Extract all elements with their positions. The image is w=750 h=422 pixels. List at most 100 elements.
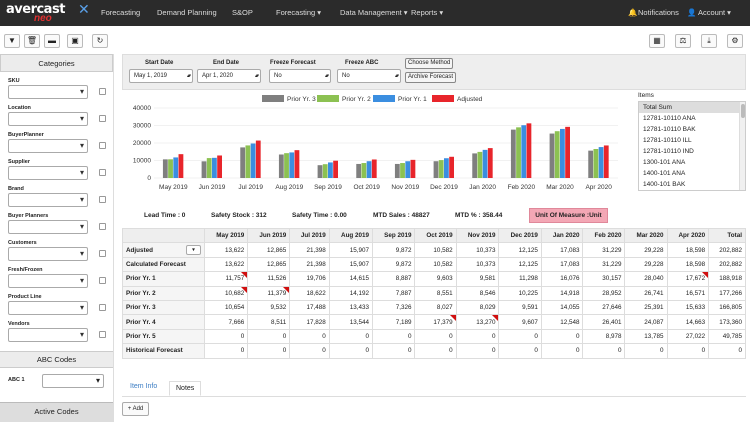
table-cell[interactable]: 9,872 bbox=[372, 242, 416, 258]
table-cell[interactable]: 18,598 bbox=[666, 242, 710, 258]
category-select[interactable] bbox=[8, 139, 88, 153]
tab-item-info[interactable]: Item Info bbox=[130, 383, 157, 390]
nav-sop[interactable]: S&OP bbox=[232, 8, 253, 17]
table-cell: 10,225 bbox=[498, 285, 542, 301]
table-cell[interactable]: 12,865 bbox=[247, 242, 291, 258]
freeze-forecast-select[interactable]: No bbox=[269, 69, 331, 83]
row-type-select[interactable]: ▾ bbox=[186, 245, 201, 256]
nav-reports[interactable]: Reports ▾ bbox=[411, 8, 443, 17]
nav-forecasting[interactable]: Forecasting bbox=[101, 8, 140, 17]
archive-forecast-button[interactable]: Archive Forecast bbox=[405, 72, 457, 83]
table-cell: 7,326 bbox=[372, 299, 416, 316]
category-select[interactable] bbox=[8, 193, 88, 207]
table-cell[interactable]: 202,882 bbox=[708, 242, 746, 258]
category-select[interactable] bbox=[8, 112, 88, 126]
brand-logo[interactable]: avercast neo ✕ bbox=[6, 1, 96, 25]
category-checkbox[interactable] bbox=[99, 223, 106, 230]
bell-icon[interactable]: 🔔 bbox=[628, 8, 637, 17]
category-checkbox[interactable] bbox=[99, 142, 106, 149]
unit-of-measure-badge[interactable]: Unit Of Measure :Unit bbox=[529, 208, 608, 223]
category-checkbox[interactable] bbox=[99, 196, 106, 203]
table-cell: 26,401 bbox=[582, 314, 626, 330]
notifications-link[interactable]: Notifications bbox=[638, 8, 679, 17]
save-icon[interactable]: ▣ bbox=[67, 34, 83, 48]
column-header: Mar 2020 bbox=[624, 227, 668, 244]
item-option[interactable]: 12781-10110 ILL bbox=[639, 135, 745, 146]
bar bbox=[356, 163, 362, 178]
nav-demand-planning[interactable]: Demand Planning bbox=[157, 8, 217, 17]
category-select[interactable] bbox=[8, 247, 88, 261]
bar bbox=[516, 127, 521, 178]
item-option[interactable]: 12781-10110 ANA bbox=[639, 113, 745, 124]
item-option[interactable]: 12781-10110 BAK bbox=[639, 124, 745, 135]
category-select[interactable] bbox=[8, 220, 88, 234]
abc-codes-heading: ABC Codes bbox=[0, 351, 113, 368]
table-cell[interactable]: 12,125 bbox=[498, 242, 542, 258]
table-cell[interactable]: 10,373 bbox=[455, 242, 500, 258]
category-select[interactable] bbox=[8, 301, 88, 315]
gear-icon[interactable]: ⚙ bbox=[727, 34, 743, 48]
category-checkbox[interactable] bbox=[99, 304, 106, 311]
calculator-icon[interactable]: ▦ bbox=[649, 34, 665, 48]
item-option[interactable]: 1300-101 ANA bbox=[639, 157, 745, 168]
start-date-select[interactable]: May 1, 2019 bbox=[129, 69, 193, 83]
table-cell[interactable]: 21,398 bbox=[289, 242, 330, 258]
nav-data-management[interactable]: Data Management ▾ bbox=[340, 8, 408, 17]
items-list[interactable]: Total Sum 12781-10110 ANA 12781-10110 BAK 1… bbox=[638, 101, 746, 191]
category-checkbox[interactable] bbox=[99, 88, 106, 95]
table-cell: 0 bbox=[455, 328, 500, 345]
item-option[interactable]: 12781-10110 IND bbox=[639, 146, 745, 157]
category-checkbox[interactable] bbox=[99, 250, 106, 257]
category-select[interactable] bbox=[8, 274, 88, 288]
category-select[interactable] bbox=[8, 166, 88, 180]
add-note-button[interactable]: + Add bbox=[122, 402, 149, 416]
category-location: Location bbox=[0, 103, 113, 130]
column-header: Nov 2019 bbox=[455, 227, 500, 244]
table-cell: 0 bbox=[624, 343, 668, 359]
category-checkbox[interactable] bbox=[99, 169, 106, 176]
bar bbox=[549, 133, 555, 178]
category-select[interactable] bbox=[8, 85, 88, 99]
category-fresh-frozen: Fresh/Frozen bbox=[0, 265, 113, 292]
table-cell[interactable]: 31,229 bbox=[582, 242, 626, 258]
item-option[interactable]: 1400-101 ANA bbox=[639, 168, 745, 179]
row-label-text: Prior Yr. 4 bbox=[126, 318, 156, 326]
end-date-select[interactable]: Apr 1, 2020 bbox=[197, 69, 261, 83]
bar bbox=[565, 126, 570, 178]
trash-icon[interactable]: 🗑 bbox=[24, 34, 40, 48]
category-checkbox[interactable] bbox=[99, 115, 106, 122]
choose-method-button[interactable]: Choose Method bbox=[405, 58, 454, 69]
item-option[interactable]: Total Sum bbox=[639, 102, 745, 113]
table-cell: 0 bbox=[328, 328, 374, 345]
table-cell: 10,373 bbox=[455, 256, 500, 273]
freeze-abc-select[interactable]: No bbox=[337, 69, 401, 83]
folder-icon[interactable]: ▬ bbox=[44, 34, 60, 48]
legend-swatch bbox=[432, 95, 454, 102]
table-cell: 9,532 bbox=[247, 299, 291, 316]
table-row: Prior Yr. 1 11,757 11,526 19,706 14,615 8,887… bbox=[122, 271, 746, 287]
filter-icon[interactable]: ▼ bbox=[4, 34, 20, 48]
active-codes-button[interactable]: Active Codes bbox=[0, 402, 113, 422]
abc1-select[interactable] bbox=[42, 374, 104, 388]
table-cell[interactable]: 13,622 bbox=[203, 242, 249, 258]
item-option[interactable]: 1400-101 BAK bbox=[639, 179, 745, 190]
bar bbox=[240, 147, 246, 178]
download-icon[interactable]: ⤓ bbox=[701, 34, 717, 48]
table-cell[interactable]: 15,907 bbox=[328, 242, 374, 258]
scale-icon[interactable]: ⚖ bbox=[675, 34, 691, 48]
lead-time-stat: Lead Time : 0 bbox=[144, 212, 186, 219]
category-select[interactable] bbox=[8, 328, 88, 342]
table-cell[interactable]: 29,228 bbox=[624, 242, 668, 258]
items-scrollbar[interactable] bbox=[739, 102, 745, 190]
nav-forecasting-dropdown[interactable]: Forecasting ▾ bbox=[276, 8, 321, 17]
table-row: Adjusted ▾ 13,622 12,865 21,398 15,907 9,872 10… bbox=[122, 242, 746, 258]
table-cell: 24,087 bbox=[624, 314, 668, 330]
category-checkbox[interactable] bbox=[99, 277, 106, 284]
category-checkbox[interactable] bbox=[99, 331, 106, 338]
table-cell: 11,298 bbox=[498, 271, 542, 287]
tab-notes[interactable]: Notes bbox=[169, 381, 202, 396]
table-cell[interactable]: 17,083 bbox=[540, 242, 584, 258]
account-menu[interactable]: Account ▾ bbox=[698, 8, 731, 17]
refresh-icon[interactable]: ↻ bbox=[92, 34, 108, 48]
table-cell[interactable]: 10,582 bbox=[414, 242, 457, 258]
